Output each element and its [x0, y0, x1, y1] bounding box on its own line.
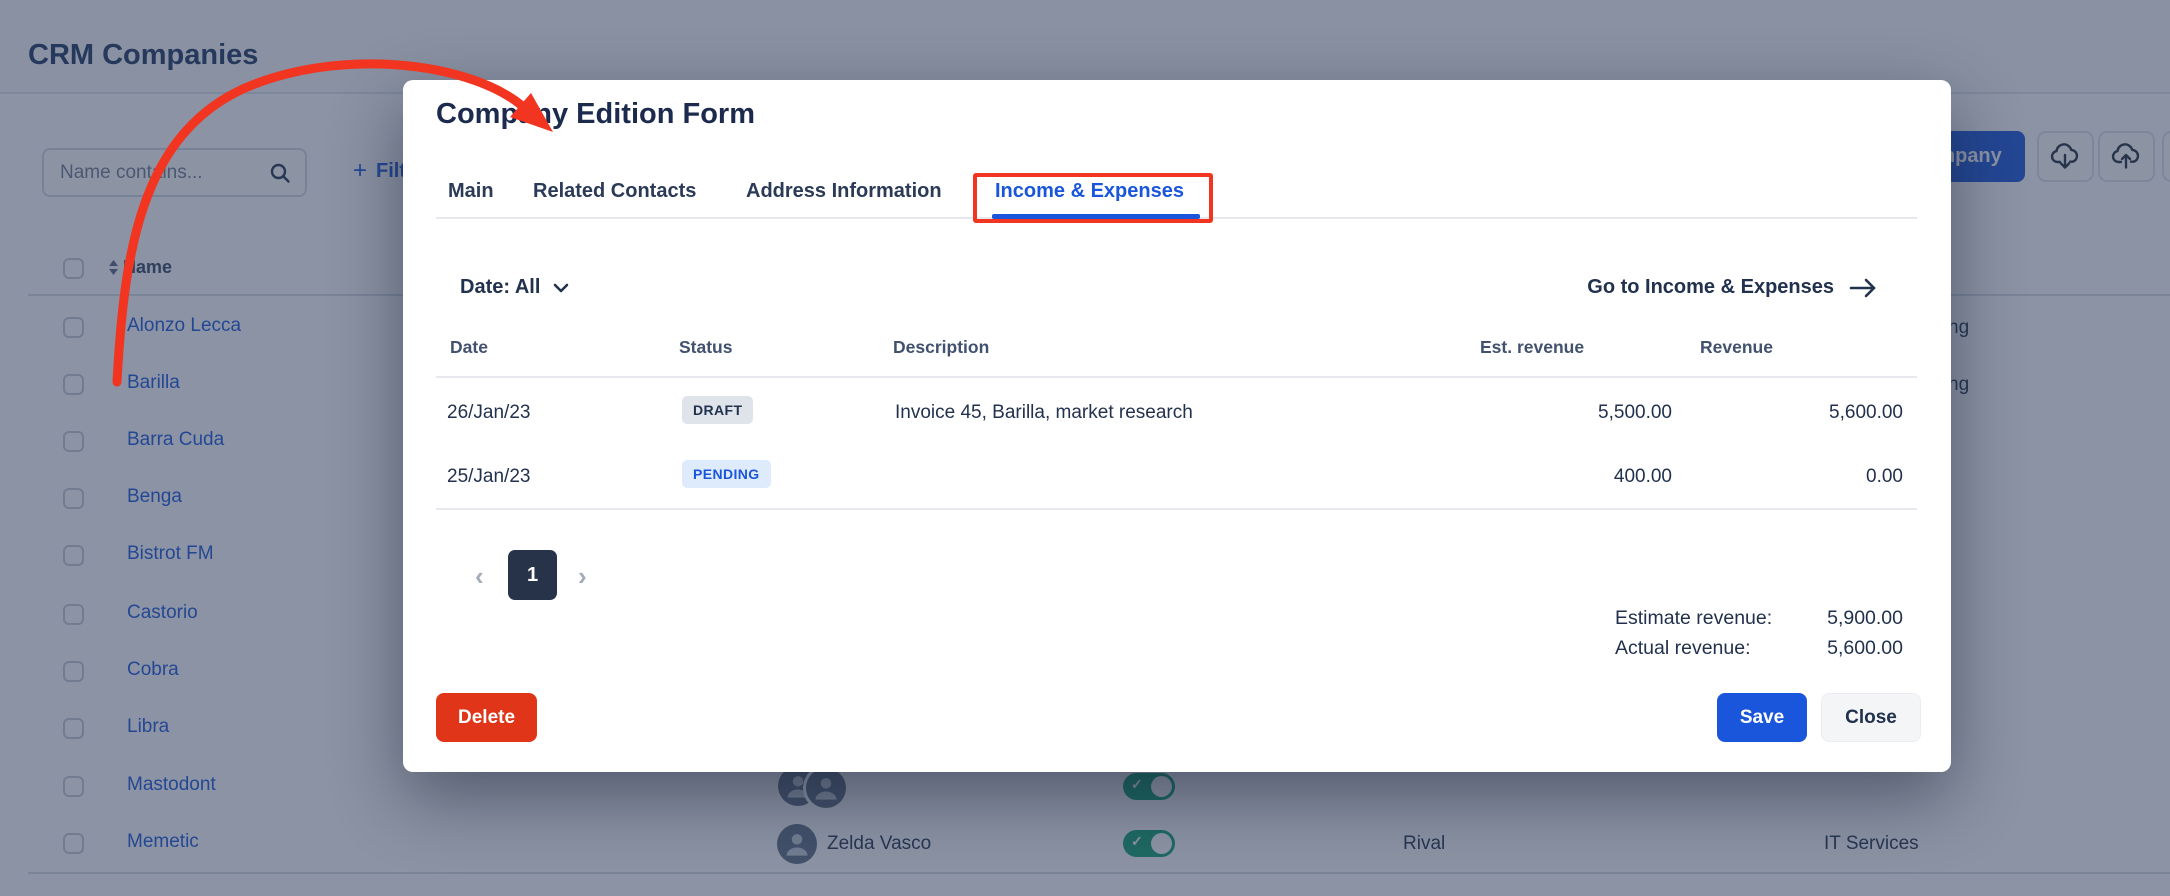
status-badge: DRAFT: [682, 396, 753, 424]
actual-revenue-value: 5,600.00: [1827, 637, 1903, 660]
chevron-down-icon: [553, 283, 569, 293]
close-button[interactable]: Close: [1821, 693, 1921, 742]
col-header-revenue: Revenue: [1700, 337, 1773, 358]
save-button[interactable]: Save: [1717, 693, 1807, 742]
status-badge: PENDING: [682, 460, 771, 488]
tab-income-expenses[interactable]: Income & Expenses: [995, 180, 1184, 203]
tab-address-information[interactable]: Address Information: [746, 180, 942, 203]
table-bottom-divider: [436, 508, 1917, 510]
estimate-revenue-label: Estimate revenue:: [1615, 607, 1772, 630]
revenue-cell: 5,600.00: [1829, 402, 1903, 424]
tab-related-contacts[interactable]: Related Contacts: [533, 180, 696, 203]
crm-app: CRM Companies + Filter Add Company: [0, 0, 2170, 896]
pagination-page-1[interactable]: 1: [508, 550, 557, 600]
col-header-status: Status: [679, 337, 732, 358]
est-revenue-cell: 5,500.00: [1598, 402, 1672, 424]
go-to-income-expenses-link[interactable]: Go to Income & Expenses: [1587, 276, 1877, 299]
col-header-date: Date: [450, 337, 488, 358]
tab-main[interactable]: Main: [448, 180, 494, 203]
estimate-revenue-value: 5,900.00: [1827, 607, 1903, 630]
table-header-divider: [436, 376, 1917, 378]
date-filter-dropdown[interactable]: Date: All: [460, 276, 569, 299]
est-revenue-cell: 400.00: [1614, 466, 1672, 488]
modal-title: Company Edition Form: [436, 98, 755, 131]
description-cell: Invoice 45, Barilla, market research: [895, 402, 1193, 424]
arrow-right-icon: [1849, 278, 1877, 298]
revenue-cell: 0.00: [1866, 466, 1903, 488]
actual-revenue-label: Actual revenue:: [1615, 637, 1751, 660]
company-edition-modal: Company Edition Form Main Related Contac…: [403, 80, 1951, 772]
pagination-next-button[interactable]: ›: [578, 563, 587, 589]
delete-button[interactable]: Delete: [436, 693, 537, 742]
col-header-est-revenue: Est. revenue: [1480, 337, 1584, 358]
date-cell: 25/Jan/23: [447, 466, 530, 488]
date-cell: 26/Jan/23: [447, 402, 530, 424]
col-header-description: Description: [893, 337, 989, 358]
pagination-prev-button[interactable]: ‹: [475, 563, 484, 589]
active-tab-underline: [992, 214, 1200, 219]
